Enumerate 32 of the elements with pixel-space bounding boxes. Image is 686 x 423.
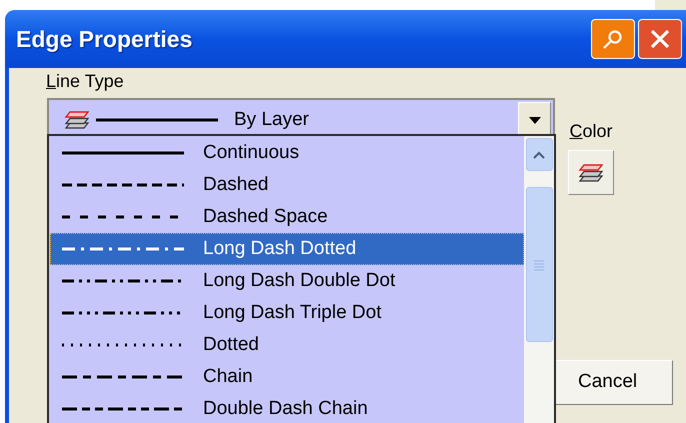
- field-label: Color: [569, 120, 612, 143]
- pin-button[interactable]: [591, 19, 635, 59]
- field-label: Line Type: [46, 70, 125, 92]
- layers-icon: [64, 110, 90, 130]
- layers-icon: [578, 162, 604, 182]
- line-style-icon: [96, 118, 218, 122]
- caret-icon: [533, 150, 545, 158]
- window-title: Edge Properties: [16, 24, 192, 54]
- line-type-option[interactable]: Long Dash Triple Dot: [50, 297, 524, 329]
- scroll-up-button[interactable]: [526, 138, 552, 171]
- grip-icon: [533, 258, 545, 270]
- color-button[interactable]: [568, 150, 614, 195]
- line-style-icon: [62, 279, 184, 283]
- close-icon: [649, 28, 671, 50]
- line-type-option[interactable]: Dotted: [50, 329, 524, 361]
- line-type-option[interactable]: Chain: [50, 361, 524, 393]
- line-style-icon: [62, 247, 184, 251]
- scrollbar[interactable]: [524, 136, 554, 423]
- close-button[interactable]: [638, 19, 682, 59]
- scroll-thumb[interactable]: [526, 187, 552, 342]
- line-type-option[interactable]: Long Dash Double Dot: [50, 265, 524, 297]
- line-type-option[interactable]: Dashed: [50, 169, 524, 201]
- line-style-icon: [62, 183, 184, 187]
- line-type-option[interactable]: Dashed Space: [50, 201, 524, 233]
- line-type-option[interactable]: Long Dash Dotted: [50, 233, 524, 265]
- selected-value: By Layer: [234, 108, 309, 132]
- line-type-option[interactable]: Double Dash Chain: [50, 393, 524, 423]
- line-style-icon: [62, 151, 184, 155]
- cancel-button[interactable]: Cancel: [555, 360, 673, 405]
- line-style-icon: [62, 407, 184, 411]
- line-style-icon: [62, 375, 184, 379]
- caret-icon: [528, 116, 540, 124]
